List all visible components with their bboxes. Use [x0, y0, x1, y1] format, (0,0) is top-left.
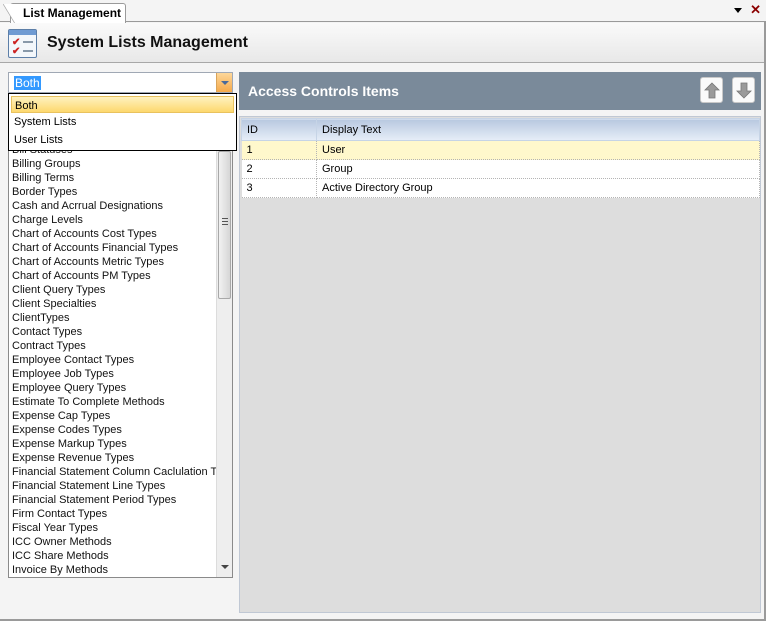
list-item[interactable]: Employee Query Types — [9, 381, 216, 395]
list-item[interactable]: Expense Codes Types — [9, 423, 216, 437]
list-item[interactable]: Expense Cap Types — [9, 409, 216, 423]
list-item[interactable]: ClientTypes — [9, 311, 216, 325]
list-item[interactable]: Border Types — [9, 185, 216, 199]
column-header-display-text[interactable]: Display Text — [316, 118, 760, 141]
cell-id[interactable]: 3 — [241, 178, 317, 198]
dropdown-option-system-lists[interactable]: System Lists — [9, 113, 236, 131]
grip-icon — [222, 218, 228, 227]
page-title: System Lists Management — [47, 34, 248, 51]
arrow-down-icon — [736, 82, 752, 99]
list-item[interactable]: Chart of Accounts Metric Types — [9, 255, 216, 269]
list-item[interactable]: Chart of Accounts Financial Types — [9, 241, 216, 255]
list-item[interactable]: Fiscal Year Types — [9, 521, 216, 535]
list-item[interactable]: Contract Types — [9, 339, 216, 353]
column-header-id[interactable]: ID — [241, 118, 317, 141]
move-down-button[interactable] — [732, 77, 755, 103]
dropdown-option-both[interactable]: Both — [11, 96, 234, 113]
list-item[interactable]: Contact Types — [9, 325, 216, 339]
move-up-button[interactable] — [700, 77, 723, 103]
list-item[interactable]: Employee Job Types — [9, 367, 216, 381]
cell-display-text[interactable]: Active Directory Group — [316, 178, 760, 198]
table-row[interactable]: 1 User — [241, 140, 760, 160]
dropdown-option-user-lists[interactable]: User Lists — [9, 131, 236, 149]
list-item[interactable]: Chart of Accounts Cost Types — [9, 227, 216, 241]
list-item[interactable]: Financial Statement Column Caclulation T… — [9, 465, 216, 479]
listbox-scrollbar[interactable] — [216, 94, 232, 577]
list-item[interactable]: Estimate To Complete Methods — [9, 395, 216, 409]
list-item[interactable]: Billing Groups — [9, 157, 216, 171]
list-item[interactable]: Client Specialties — [9, 297, 216, 311]
list-type-combo-value[interactable]: Both — [14, 76, 41, 90]
list-item[interactable]: Financial Statement Line Types — [9, 479, 216, 493]
list-item[interactable]: Client Query Types — [9, 283, 216, 297]
cell-display-text[interactable]: Group — [316, 159, 760, 179]
close-icon[interactable]: ✕ — [750, 2, 761, 18]
cell-display-text[interactable]: User — [316, 140, 760, 160]
arrow-up-icon — [704, 82, 720, 99]
scrollbar-thumb[interactable] — [218, 151, 231, 299]
tab-strip: List Management ✕ — [0, 0, 766, 24]
list-item[interactable]: Charge Levels — [9, 213, 216, 227]
tab-menu-dropdown-icon[interactable] — [734, 8, 742, 13]
table-header-row: ID Display Text — [241, 118, 760, 141]
list-item[interactable]: Cash and Acrrual Designations — [9, 199, 216, 213]
list-item[interactable]: ICC Owner Methods — [9, 535, 216, 549]
list-item[interactable]: Expense Revenue Types — [9, 451, 216, 465]
scroll-down-icon[interactable] — [221, 565, 229, 569]
chevron-down-icon[interactable] — [216, 73, 232, 92]
table-row[interactable]: 3 Active Directory Group — [241, 178, 760, 198]
tab-list-management[interactable]: List Management — [3, 3, 126, 24]
list-item[interactable]: ICC Share Methods — [9, 549, 216, 563]
page-header: ✔ ✔ System Lists Management — [0, 23, 766, 63]
list-item[interactable]: Firm Contact Types — [9, 507, 216, 521]
list-item[interactable]: Expense Markup Types — [9, 437, 216, 451]
table-row[interactable]: 2 Group — [241, 159, 760, 179]
items-grid: ID Display Text 1 User 2 Group 3 Active … — [239, 116, 761, 613]
items-panel-header: Access Controls Items — [239, 72, 761, 110]
system-lists-listbox[interactable]: Bill StatusesBilling GroupsBilling Terms… — [8, 93, 233, 578]
checklist-icon: ✔ ✔ — [8, 29, 37, 58]
list-type-combo[interactable]: Both — [8, 72, 233, 93]
list-item[interactable]: Billing Terms — [9, 171, 216, 185]
list-item[interactable]: Employee Contact Types — [9, 353, 216, 367]
list-items: Bill StatusesBilling GroupsBilling Terms… — [9, 143, 216, 577]
cell-id[interactable]: 2 — [241, 159, 317, 179]
cell-id[interactable]: 1 — [241, 140, 317, 160]
list-item[interactable]: Chart of Accounts PM Types — [9, 269, 216, 283]
list-type-dropdown: Both System Lists User Lists — [8, 93, 237, 151]
list-item[interactable]: Financial Statement Period Types — [9, 493, 216, 507]
items-panel-title: Access Controls Items — [248, 83, 399, 99]
items-table: ID Display Text 1 User 2 Group 3 Active … — [241, 118, 760, 198]
list-item[interactable]: Invoice By Methods — [9, 563, 216, 577]
tab-label: List Management — [23, 6, 122, 20]
